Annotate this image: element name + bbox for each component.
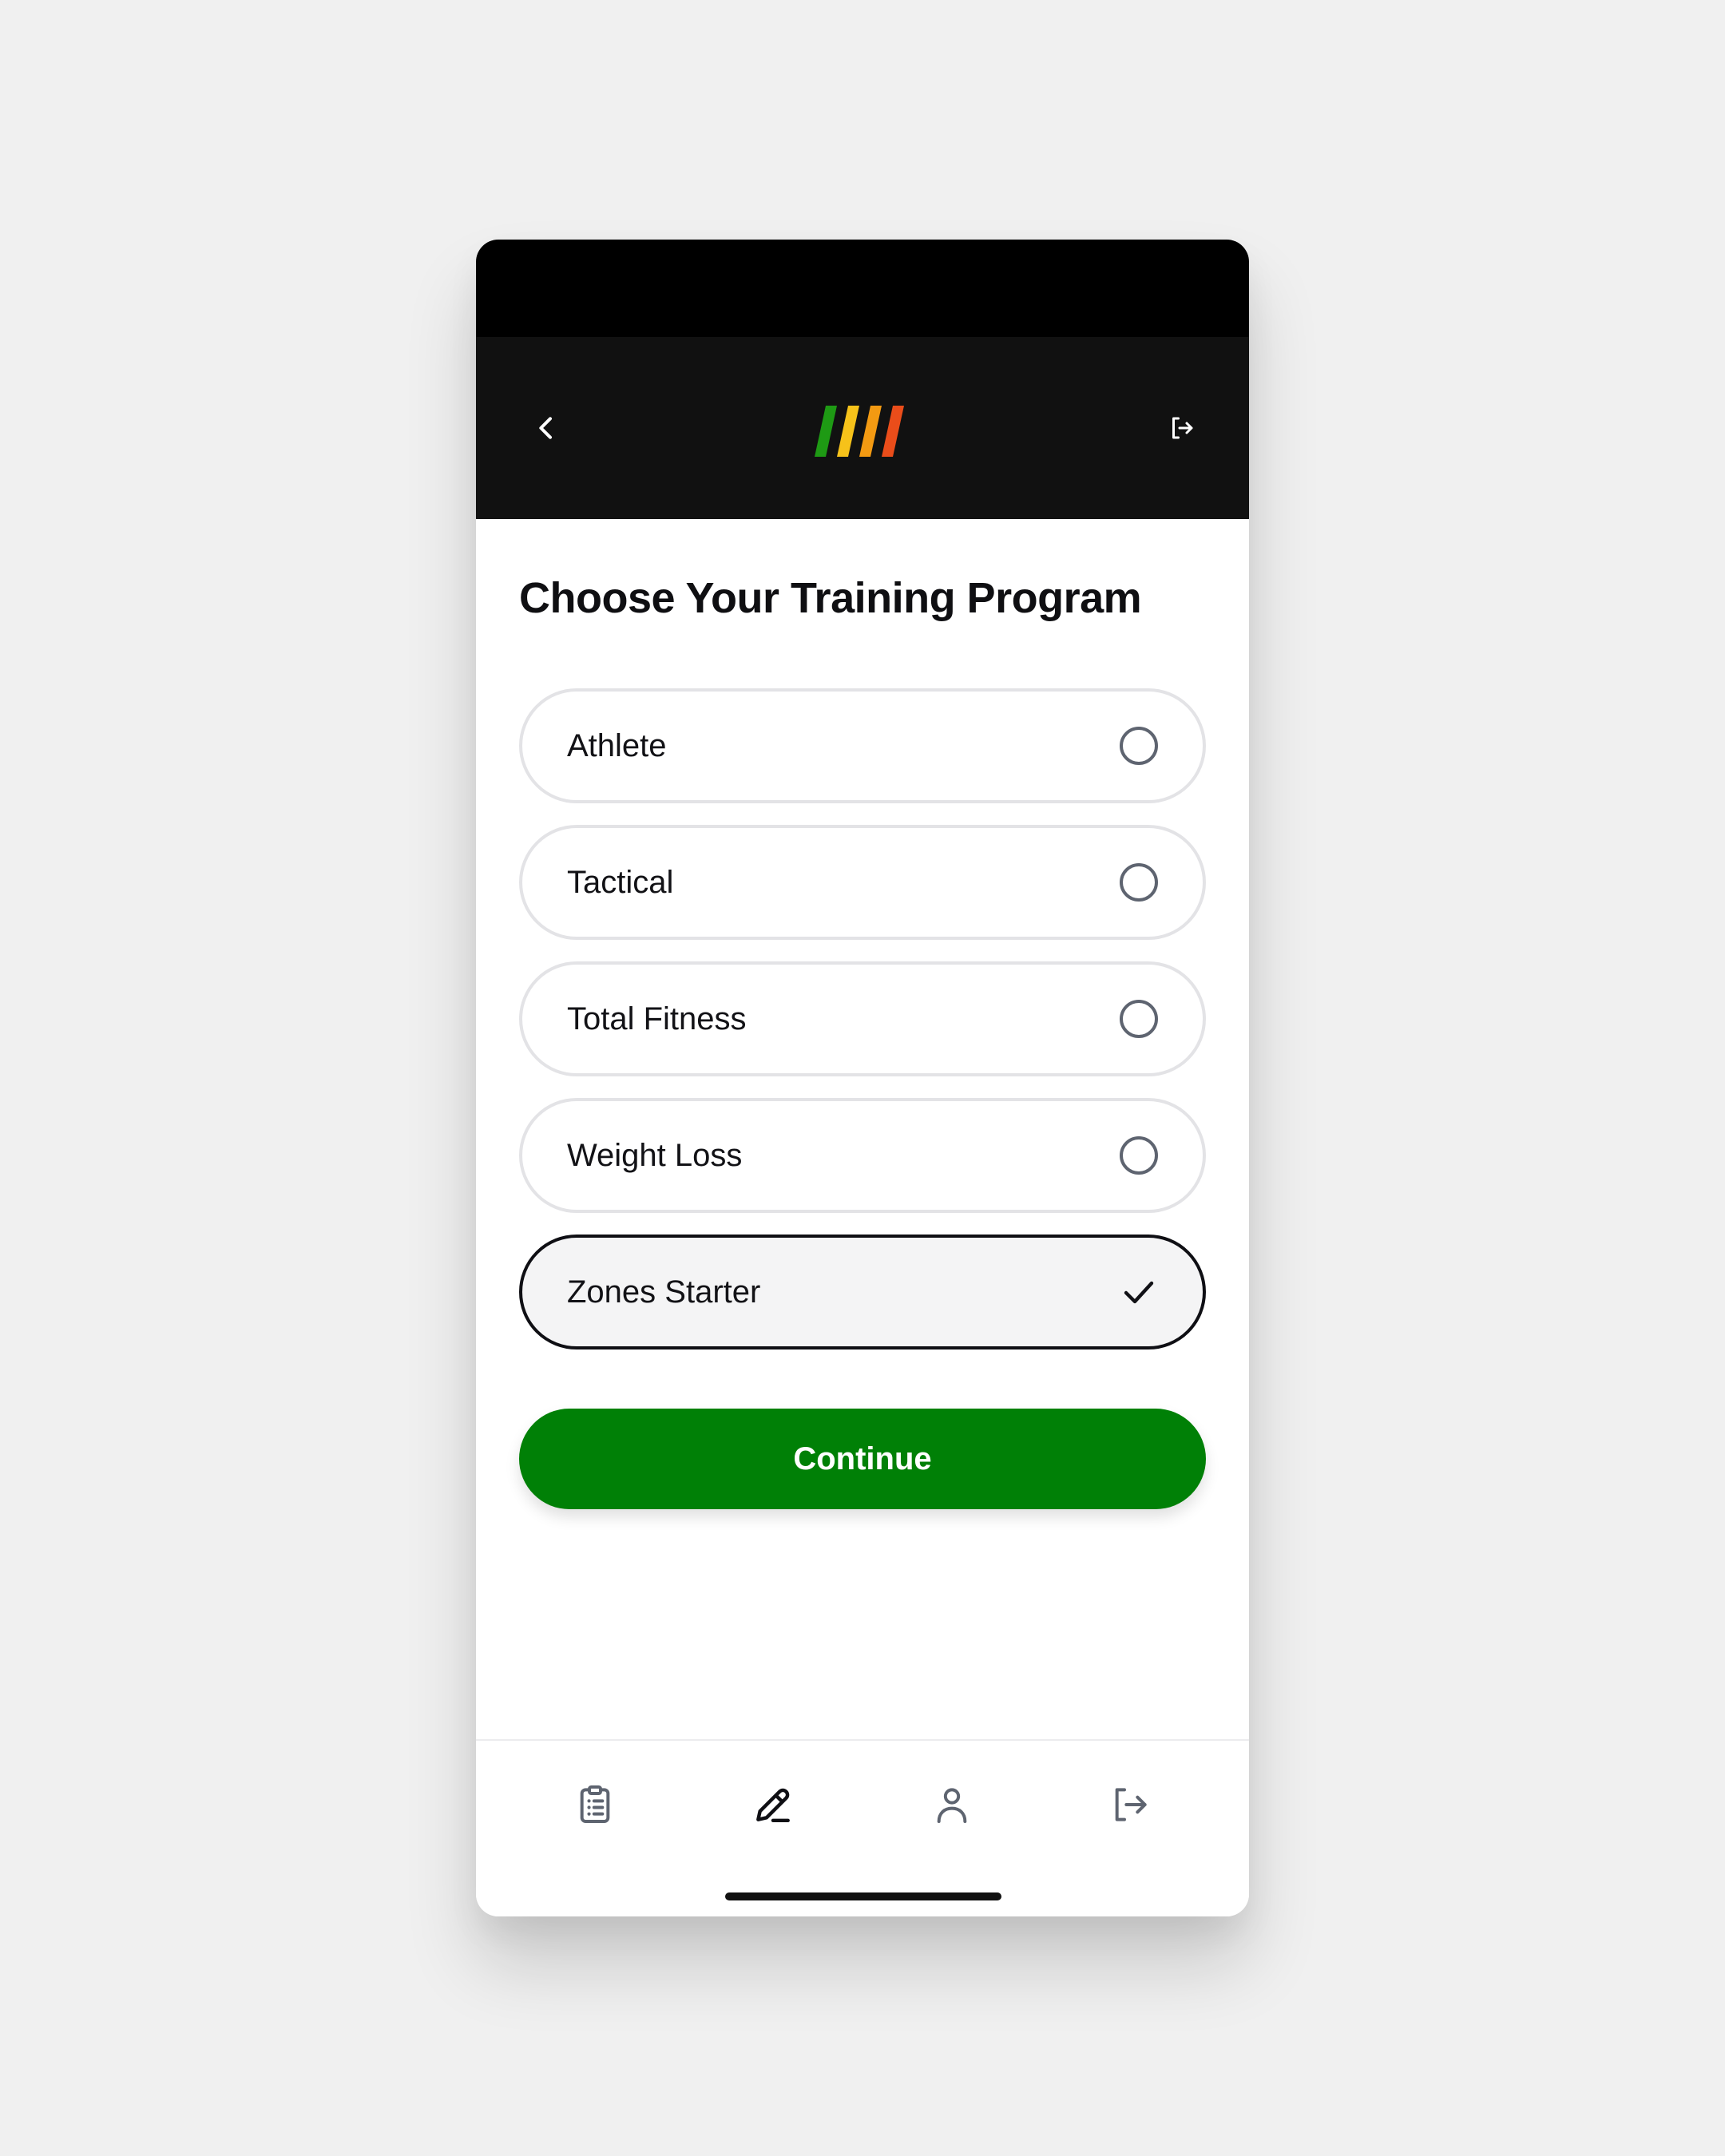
app-header — [476, 337, 1249, 519]
radio-unchecked-icon — [1120, 1136, 1158, 1175]
home-indicator — [725, 1892, 1001, 1900]
radio-unchecked-icon — [1120, 863, 1158, 902]
continue-button[interactable]: Continue — [519, 1409, 1206, 1509]
program-option-tactical[interactable]: Tactical — [519, 825, 1206, 940]
checkmark-icon — [1120, 1273, 1158, 1311]
program-option-zones-starter[interactable]: Zones Starter — [519, 1235, 1206, 1349]
brand-logo — [815, 406, 904, 457]
logo-stripe-orange — [859, 406, 882, 457]
option-label: Zones Starter — [567, 1274, 761, 1310]
bottom-tab-bar — [476, 1739, 1249, 1916]
program-option-total-fitness[interactable]: Total Fitness — [519, 961, 1206, 1076]
back-button[interactable] — [524, 406, 569, 450]
log-out-icon — [1172, 417, 1193, 439]
tab-profile[interactable] — [923, 1776, 981, 1833]
tab-programs[interactable] — [566, 1776, 624, 1833]
logo-stripe-yellow — [837, 406, 859, 457]
radio-unchecked-icon — [1120, 727, 1158, 765]
tab-logout[interactable] — [1101, 1776, 1159, 1833]
status-bar — [476, 240, 1249, 337]
pencil-icon — [756, 1788, 790, 1823]
option-label: Weight Loss — [567, 1137, 743, 1173]
log-out-icon — [1115, 1788, 1147, 1821]
page-title: Choose Your Training Program — [519, 574, 1142, 622]
logo-stripe-red — [882, 406, 904, 457]
tab-edit[interactable] — [744, 1776, 802, 1833]
user-icon — [937, 1788, 967, 1823]
option-label: Total Fitness — [567, 1001, 747, 1036]
program-option-athlete[interactable]: Athlete — [519, 688, 1206, 803]
clipboard-list-icon — [580, 1785, 610, 1823]
option-label: Athlete — [567, 727, 667, 763]
header-logout-button[interactable] — [1160, 406, 1204, 450]
program-option-weight-loss[interactable]: Weight Loss — [519, 1098, 1206, 1213]
option-label: Tactical — [567, 864, 674, 900]
program-options: Athlete Tactical Total Fitness Weight Lo… — [519, 688, 1206, 1371]
phone-screen: Choose Your Training Program Athlete Tac… — [476, 240, 1249, 1916]
radio-unchecked-icon — [1120, 1000, 1158, 1038]
logo-stripe-green — [815, 406, 837, 457]
chevron-left-icon — [539, 417, 552, 439]
